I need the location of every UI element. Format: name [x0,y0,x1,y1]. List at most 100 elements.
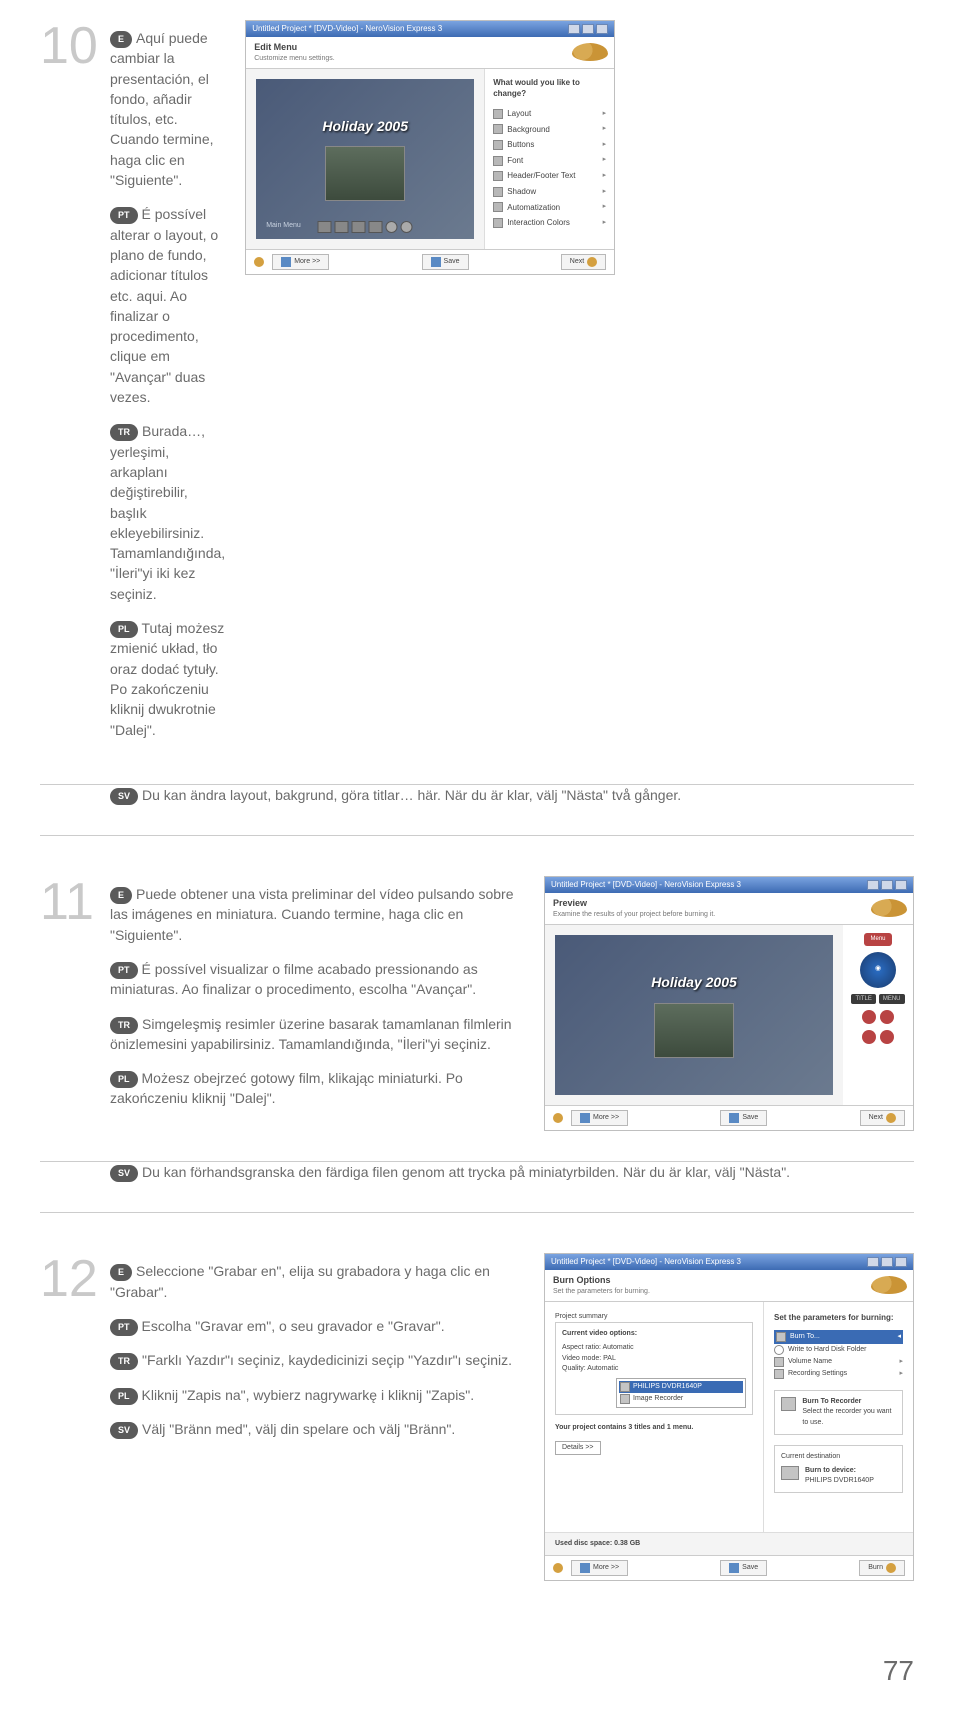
burn-to-option[interactable]: Burn To...◂ [774,1330,903,1344]
quality-value: Quality: Automatic [562,1364,746,1374]
layout-icon [493,109,503,119]
chevron-right-icon: ▸ [603,171,607,181]
toolbar-btn-3[interactable] [352,221,366,233]
close-icon[interactable] [895,880,907,890]
next-button[interactable]: Next [860,1110,905,1126]
video-thumbnail[interactable] [654,1003,734,1058]
window-titlebar: Untitled Project * [DVD-Video] - NeroVis… [545,1254,913,1270]
lang-pill-pt: PT [110,207,138,224]
video-thumbnail[interactable] [325,146,405,201]
more-button[interactable]: More >> [571,1110,628,1126]
minimize-icon[interactable] [867,1257,879,1267]
step-number: 11 [40,876,110,1131]
maximize-icon[interactable] [881,1257,893,1267]
text-tr: "Farklı Yazdır"ı seçiniz, kaydedicinizi … [142,1352,512,1368]
step-text-column: EAquí puede cambiar la presentación, el … [110,20,245,754]
minimize-icon[interactable] [568,24,580,34]
remote-title-button[interactable]: TITLE [851,994,875,1005]
volume-icon [774,1357,784,1367]
maximize-icon[interactable] [881,880,893,890]
step-11: 11 EPuede obtener una vista preliminar d… [40,876,914,1162]
text-e: Aquí puede cambiar la presentación, el f… [110,30,214,188]
chevron-right-icon: ▸ [899,1369,903,1379]
font-icon [493,156,503,166]
save-button[interactable]: Save [720,1560,767,1576]
window-title: Untitled Project * [DVD-Video] - NeroVis… [252,23,442,35]
chevron-right-icon: ▸ [603,124,607,134]
save-button[interactable]: Save [720,1110,767,1126]
burn-button[interactable]: Burn [859,1560,905,1576]
menu-preview: Holiday 2005 [555,935,833,1095]
image-recorder-icon [620,1394,630,1404]
burn-right-panel: Set the parameters for burning: Burn To.… [763,1302,913,1532]
recording-settings-option[interactable]: Recording Settings▸ [774,1368,903,1380]
settings-icon [774,1369,784,1379]
panel-title: Preview [553,897,905,910]
main-menu-label: Main Menu [266,221,301,231]
device-image-row[interactable]: Image Recorder [619,1393,743,1405]
step-text-column: ESeleccione "Grabar en", elija su grabad… [110,1253,544,1581]
close-icon[interactable] [895,1257,907,1267]
help-icon[interactable] [553,1563,563,1573]
volume-name-option[interactable]: Volume Name▸ [774,1356,903,1368]
lang-pill-tr: TR [110,424,138,441]
side-item-background[interactable]: Background▸ [493,122,606,138]
lang-pill-pl: PL [110,621,138,638]
close-icon[interactable] [596,24,608,34]
menu-preview: Holiday 2005 Main Menu [256,79,474,239]
toolbar-btn-5[interactable] [386,221,398,233]
toolbar-btn-6[interactable] [401,221,413,233]
remote-menu2-button[interactable]: MENU [879,994,905,1005]
toolbar-btn-1[interactable] [318,221,332,233]
recorder-device-list[interactable]: PHILIPS DVDR1640P Image Recorder [616,1378,746,1408]
automatization-icon [493,202,503,212]
help-icon[interactable] [553,1113,563,1123]
nero-logo-icon [871,1276,907,1294]
chevron-right-icon: ▸ [603,218,607,228]
nerovision-window: Untitled Project * [DVD-Video] - NeroVis… [544,1253,914,1581]
side-item-buttons[interactable]: Buttons▸ [493,137,606,153]
burn-to-device-label: Burn to device: [805,1466,874,1476]
remote-play-button[interactable] [862,1010,876,1024]
text-tr: Burada…, yerleşimi, arkaplanı değiştireb… [110,423,225,601]
text-e: Puede obtener una vista preliminar del v… [110,886,513,943]
step-text-column: EPuede obtener una vista preliminar del … [110,876,544,1131]
menu-title-text: Holiday 2005 [322,116,408,136]
panel-header: Preview Examine the results of your proj… [545,893,913,925]
save-icon [729,1113,739,1123]
save-button[interactable]: Save [422,254,469,270]
project-summary-label: Project summary [555,1312,753,1322]
remote-dpad[interactable]: ◉ [860,952,896,988]
lang-pill-sv: SV [110,1165,138,1182]
recorder-icon [620,1382,630,1392]
details-button[interactable]: Details >> [555,1441,601,1455]
burn-to-icon [776,1332,786,1342]
toolbar-btn-4[interactable] [369,221,383,233]
side-item-interaction[interactable]: Interaction Colors▸ [493,215,606,231]
toolbar-btn-2[interactable] [335,221,349,233]
more-button[interactable]: More >> [571,1560,628,1576]
help-icon[interactable] [254,257,264,267]
side-item-font[interactable]: Font▸ [493,153,606,169]
remote-prev-button[interactable] [862,1030,876,1044]
remote-stop-button[interactable] [880,1010,894,1024]
window-footer: More >> Save Burn [545,1555,913,1580]
next-button[interactable]: Next [561,254,606,270]
side-item-shadow[interactable]: Shadow▸ [493,184,606,200]
side-item-automatization[interactable]: Automatization▸ [493,200,606,216]
save-icon [729,1563,739,1573]
text-pl: Możesz obejrzeć gotowy film, klikając mi… [110,1070,463,1106]
more-button[interactable]: More >> [272,254,329,270]
headerfooter-icon [493,171,503,181]
side-item-layout[interactable]: Layout▸ [493,106,606,122]
maximize-icon[interactable] [582,24,594,34]
background-icon [493,124,503,134]
remote-menu-button[interactable]: Menu [864,933,891,946]
write-hd-option[interactable]: Write to Hard Disk Folder [774,1344,903,1356]
side-item-headerfooter[interactable]: Header/Footer Text▸ [493,168,606,184]
lang-pill-pt: PT [110,1319,138,1336]
page-number: 77 [40,1651,914,1692]
minimize-icon[interactable] [867,880,879,890]
remote-next-button[interactable] [880,1030,894,1044]
lang-pill-e: E [110,887,132,904]
